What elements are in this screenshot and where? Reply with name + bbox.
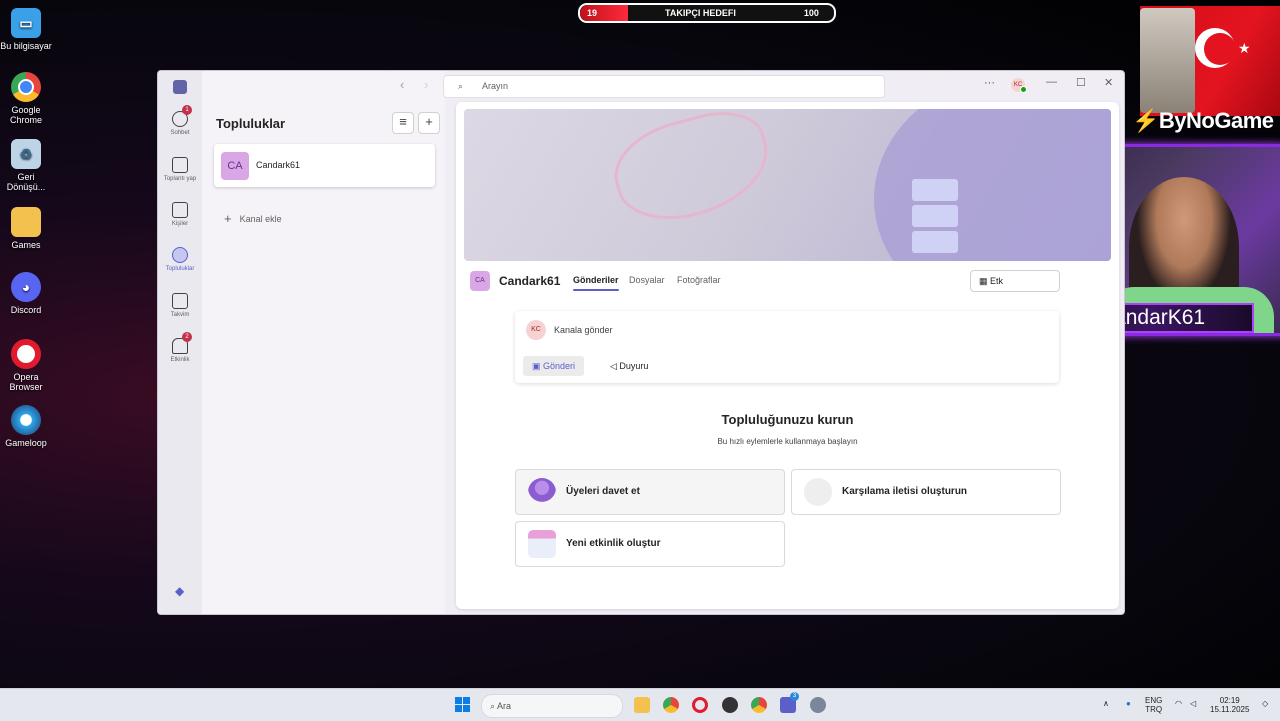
desktop-icon-discord[interactable]: ◕ Discord (0, 272, 52, 315)
chrome-icon (11, 72, 41, 102)
back-button[interactable]: ‹ (400, 77, 404, 92)
filter-button[interactable]: ≡ (392, 112, 414, 134)
clock[interactable]: 02:19 15.11.2025 (1210, 696, 1249, 714)
post-icon: ▣ (532, 361, 544, 371)
follower-goal-bar: 19 TAKIPÇI HEDEFI 100 (578, 3, 836, 23)
megaphone-icon: ◁ (610, 361, 620, 371)
post-button[interactable]: ▣ Gönderi (523, 356, 585, 376)
teams-window: Sohbet 1 Toplantı yap Kişiler Toplulukla… (157, 70, 1125, 615)
follower-current: 19 (587, 8, 598, 18)
tray-overflow-icon[interactable]: ∧ (1103, 699, 1109, 708)
recycle-bin-icon: ♻ (11, 139, 41, 169)
rail-item-meet[interactable]: Toplantı yap (158, 157, 202, 182)
rail-item-activity[interactable]: Etkinlik 2 (158, 332, 202, 363)
follower-title: TAKIPÇI HEDEFI (665, 8, 736, 18)
setup-subtitle: Bu hızlı eylemlerle kullanmaya başlayın (717, 437, 858, 446)
notification-bell-icon[interactable]: ◇ (1262, 699, 1268, 708)
user-avatar[interactable]: KC (1011, 78, 1027, 93)
announcement-button[interactable]: ◁ Duyuru (601, 356, 657, 376)
new-event-card[interactable]: Yeni etkinlik oluştur (515, 521, 785, 567)
communities-panel: Topluluklar ≡ + CA Candark61 + Kanal ekle (202, 71, 445, 614)
follower-target: 100 (803, 8, 819, 18)
rail-item-communities[interactable]: Topluluklar (158, 247, 202, 272)
panel-title: Topluluklar (216, 116, 286, 131)
portrait-image (1140, 8, 1195, 113)
calendar-check-icon (528, 530, 556, 558)
chrome-icon[interactable] (751, 697, 767, 713)
video-icon (172, 157, 188, 173)
welcome-message-card[interactable]: Karşılama iletisi oluşturun (791, 469, 1061, 515)
forward-button[interactable]: › (424, 77, 428, 92)
file-explorer-icon[interactable] (634, 697, 650, 713)
community-name: Candark61 (256, 160, 301, 170)
desktop-icon-chrome[interactable]: Google Chrome (0, 72, 52, 125)
desktop-icon-this-pc[interactable]: ▭ Bu bilgisayar (0, 8, 52, 51)
rail-item-people[interactable]: Kişiler (158, 202, 202, 227)
start-button[interactable] (455, 697, 470, 712)
community-avatar: CA (221, 152, 249, 180)
rail-item-chat[interactable]: Sohbet 1 (158, 105, 202, 136)
contacts-icon (172, 202, 188, 218)
people-icon (528, 478, 556, 506)
teams-icon[interactable]: 3 (780, 692, 799, 713)
communities-icon (172, 247, 188, 263)
channel-avatar: CA (470, 271, 490, 291)
premium-diamond-icon[interactable]: ◆ (175, 584, 184, 598)
microphone-icon[interactable]: ● (1126, 699, 1131, 708)
language-indicator[interactable]: ENG TRQ (1145, 696, 1162, 714)
teams-logo-icon (173, 80, 187, 94)
taskbar-search[interactable]: ⌕ Ara (481, 694, 623, 718)
game-app-icon[interactable] (722, 697, 738, 713)
volume-icon[interactable]: ◁ (1190, 699, 1196, 708)
setup-title: Topluluğunuzu kurun (721, 412, 854, 427)
minimize-button[interactable]: — (1046, 76, 1057, 88)
add-community-button[interactable]: + (418, 112, 440, 134)
compose-box[interactable]: KC Kanala gönder ▣ Gönderi ◁ Duyuru (515, 311, 1059, 383)
desktop-icon-recycle-bin[interactable]: ♻ Geri Dönüşü... (0, 139, 52, 192)
brand-logo: ⚡ByNoGame (1132, 108, 1274, 133)
compose-avatar: KC (526, 320, 546, 340)
channel-header: CA Candark61 Gönderiler Dosyalar Fotoğra… (470, 270, 1110, 296)
channel-name: Candark61 (499, 274, 561, 288)
opera-icon[interactable] (692, 697, 708, 713)
discord-icon: ◕ (11, 272, 41, 302)
search-input[interactable]: ⌕ Arayın (443, 75, 885, 98)
tab-photos[interactable]: Fotoğraflar (677, 275, 721, 285)
rail-item-calendar[interactable]: Takvim (158, 293, 202, 318)
community-banner-image (464, 109, 1111, 261)
event-button[interactable]: ▦ Etk (970, 270, 1060, 292)
close-button[interactable]: ✕ (1104, 76, 1113, 89)
chat-badge: 1 (182, 105, 192, 115)
channel-content: CA Candark61 Gönderiler Dosyalar Fotoğra… (456, 102, 1119, 609)
folder-icon (11, 207, 41, 237)
gameloop-icon (11, 405, 41, 435)
computer-icon: ▭ (11, 8, 41, 38)
tab-posts[interactable]: Gönderiler (573, 275, 619, 291)
app-rail: Sohbet 1 Toplantı yap Kişiler Toplulukla… (158, 71, 202, 614)
calendar-icon: ▦ (979, 276, 991, 286)
chat-bubble-icon (804, 478, 832, 506)
desktop-icon-gameloop[interactable]: Gameloop (0, 405, 52, 448)
opera-icon (11, 339, 41, 369)
activity-badge: 2 (182, 332, 192, 342)
compose-placeholder[interactable]: Kanala gönder (554, 325, 613, 335)
wifi-icon[interactable]: ◠ (1175, 699, 1182, 708)
more-options-button[interactable]: ··· (984, 77, 995, 89)
tab-files[interactable]: Dosyalar (629, 275, 665, 285)
desktop-icon-opera[interactable]: Opera Browser (0, 339, 52, 392)
settings-icon[interactable] (810, 697, 826, 713)
desktop-icon-games[interactable]: Games (0, 207, 52, 250)
add-channel-button[interactable]: + Kanal ekle (224, 210, 282, 226)
chrome-icon[interactable] (663, 697, 679, 713)
search-icon: ⌕ (458, 81, 464, 91)
invite-members-card[interactable]: Üyeleri davet et (515, 469, 785, 515)
calendar-icon (172, 293, 188, 309)
taskbar: ⌕ Ara 3 ∧ ● ENG TRQ ◠ ◁ 02:19 15.11.2025 ◇ (0, 688, 1280, 721)
presence-available-icon (1020, 86, 1027, 93)
maximize-button[interactable]: ☐ (1076, 76, 1086, 89)
community-list-item[interactable]: CA Candark61 (214, 144, 435, 187)
plus-icon: + (224, 211, 232, 226)
search-icon: ⌕ (490, 701, 498, 711)
